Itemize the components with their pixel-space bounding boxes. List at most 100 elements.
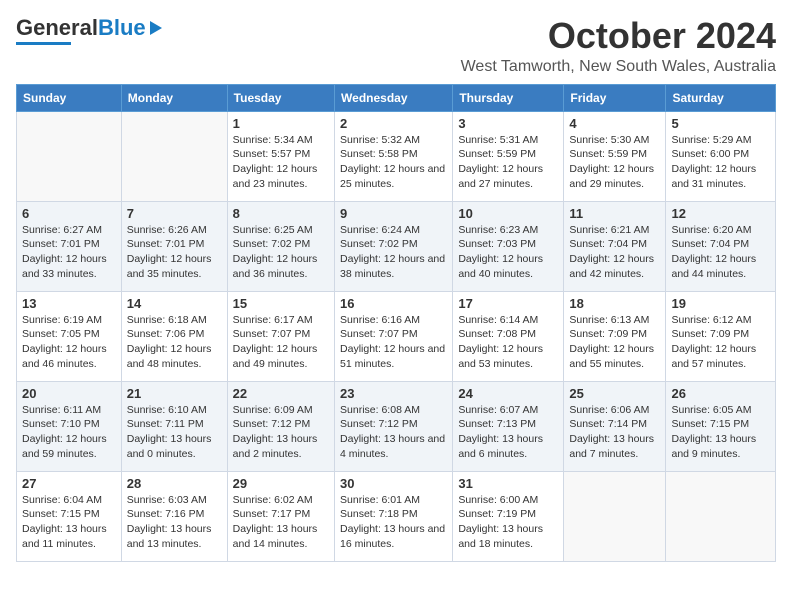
calendar-cell: 16 Sunrise: 6:16 AMSunset: 7:07 PMDayligh… (335, 291, 453, 381)
day-number: 21 (127, 386, 222, 401)
day-number: 17 (458, 296, 558, 311)
calendar-title: October 2024 (461, 16, 776, 56)
day-number: 3 (458, 116, 558, 131)
calendar-week-row: 13 Sunrise: 6:19 AMSunset: 7:05 PMDayligh… (17, 291, 776, 381)
calendar-week-row: 6 Sunrise: 6:27 AMSunset: 7:01 PMDaylight… (17, 201, 776, 291)
cell-details: Sunrise: 6:24 AMSunset: 7:02 PMDaylight:… (340, 223, 447, 282)
calendar-cell: 24 Sunrise: 6:07 AMSunset: 7:13 PMDayligh… (453, 381, 564, 471)
header-thursday: Thursday (453, 84, 564, 111)
cell-details: Sunrise: 6:08 AMSunset: 7:12 PMDaylight:… (340, 403, 447, 462)
cell-details: Sunrise: 6:21 AMSunset: 7:04 PMDaylight:… (569, 223, 660, 282)
calendar-week-row: 27Sunrise: 6:04 AMSunset: 7:15 PMDayligh… (17, 471, 776, 561)
cell-details: Sunrise: 6:27 AMSunset: 7:01 PMDaylight:… (22, 223, 116, 282)
day-number: 27 (22, 476, 116, 491)
cell-details: Sunrise: 6:07 AMSunset: 7:13 PMDaylight:… (458, 403, 558, 462)
calendar-cell: 8Sunrise: 6:25 AMSunset: 7:02 PMDaylight… (227, 201, 334, 291)
day-number: 12 (671, 206, 770, 221)
calendar-cell (666, 471, 776, 561)
calendar-cell: 31 Sunrise: 6:00 AMSunset: 7:19 PMDayligh… (453, 471, 564, 561)
header-friday: Friday (564, 84, 666, 111)
calendar-cell: 28 Sunrise: 6:03 AMSunset: 7:16 PMDayligh… (121, 471, 227, 561)
calendar-cell: 23 Sunrise: 6:08 AMSunset: 7:12 PMDayligh… (335, 381, 453, 471)
calendar-cell: 9 Sunrise: 6:24 AMSunset: 7:02 PMDaylight… (335, 201, 453, 291)
calendar-cell: 5Sunrise: 5:29 AMSunset: 6:00 PMDaylight… (666, 111, 776, 201)
day-number: 23 (340, 386, 447, 401)
calendar-header-row: SundayMondayTuesdayWednesdayThursdayFrid… (17, 84, 776, 111)
cell-details: Sunrise: 6:23 AMSunset: 7:03 PMDaylight:… (458, 223, 558, 282)
day-number: 8 (233, 206, 329, 221)
calendar-table: SundayMondayTuesdayWednesdayThursdayFrid… (16, 84, 776, 562)
calendar-cell: 2Sunrise: 5:32 AMSunset: 5:58 PMDaylight… (335, 111, 453, 201)
cell-details: Sunrise: 6:12 AMSunset: 7:09 PMDaylight:… (671, 313, 770, 372)
cell-details: Sunrise: 6:20 AMSunset: 7:04 PMDaylight:… (671, 223, 770, 282)
cell-details: Sunrise: 6:11 AMSunset: 7:10 PMDaylight:… (22, 403, 116, 462)
day-number: 26 (671, 386, 770, 401)
day-number: 18 (569, 296, 660, 311)
calendar-week-row: 20 Sunrise: 6:11 AMSunset: 7:10 PMDayligh… (17, 381, 776, 471)
day-number: 11 (569, 206, 660, 221)
day-number: 29 (233, 476, 329, 491)
day-number: 10 (458, 206, 558, 221)
calendar-cell (121, 111, 227, 201)
day-number: 5 (671, 116, 770, 131)
calendar-cell (564, 471, 666, 561)
cell-details: Sunrise: 6:02 AMSunset: 7:17 PMDaylight:… (233, 493, 329, 552)
calendar-cell: 1 Sunrise: 5:34 AMSunset: 5:57 PMDaylight… (227, 111, 334, 201)
cell-details: Sunrise: 5:34 AMSunset: 5:57 PMDaylight:… (233, 133, 329, 192)
calendar-cell: 12 Sunrise: 6:20 AMSunset: 7:04 PMDayligh… (666, 201, 776, 291)
calendar-cell: 20 Sunrise: 6:11 AMSunset: 7:10 PMDayligh… (17, 381, 122, 471)
calendar-cell: 21 Sunrise: 6:10 AMSunset: 7:11 PMDayligh… (121, 381, 227, 471)
cell-details: Sunrise: 6:13 AMSunset: 7:09 PMDaylight:… (569, 313, 660, 372)
day-number: 25 (569, 386, 660, 401)
day-number: 1 (233, 116, 329, 131)
cell-details: Sunrise: 6:17 AMSunset: 7:07 PMDaylight:… (233, 313, 329, 372)
calendar-cell: 4 Sunrise: 5:30 AMSunset: 5:59 PMDaylight… (564, 111, 666, 201)
logo: GeneralBlue (16, 16, 162, 45)
cell-details: Sunrise: 6:16 AMSunset: 7:07 PMDaylight:… (340, 313, 447, 372)
calendar-cell: 26 Sunrise: 6:05 AMSunset: 7:15 PMDayligh… (666, 381, 776, 471)
day-number: 16 (340, 296, 447, 311)
cell-details: Sunrise: 5:30 AMSunset: 5:59 PMDaylight:… (569, 133, 660, 192)
day-number: 13 (22, 296, 116, 311)
cell-details: Sunrise: 6:18 AMSunset: 7:06 PMDaylight:… (127, 313, 222, 372)
header-monday: Monday (121, 84, 227, 111)
cell-details: Sunrise: 6:19 AMSunset: 7:05 PMDaylight:… (22, 313, 116, 372)
calendar-cell: 7 Sunrise: 6:26 AMSunset: 7:01 PMDaylight… (121, 201, 227, 291)
calendar-cell: 17Sunrise: 6:14 AMSunset: 7:08 PMDayligh… (453, 291, 564, 381)
day-number: 7 (127, 206, 222, 221)
calendar-cell: 15Sunrise: 6:17 AMSunset: 7:07 PMDayligh… (227, 291, 334, 381)
cell-details: Sunrise: 6:00 AMSunset: 7:19 PMDaylight:… (458, 493, 558, 552)
logo-text: GeneralBlue (16, 16, 146, 40)
day-number: 30 (340, 476, 447, 491)
calendar-week-row: 1 Sunrise: 5:34 AMSunset: 5:57 PMDaylight… (17, 111, 776, 201)
title-section: October 2024 West Tamworth, New South Wa… (461, 16, 776, 76)
calendar-cell: 29 Sunrise: 6:02 AMSunset: 7:17 PMDayligh… (227, 471, 334, 561)
day-number: 31 (458, 476, 558, 491)
day-number: 20 (22, 386, 116, 401)
day-number: 2 (340, 116, 447, 131)
calendar-cell: 13 Sunrise: 6:19 AMSunset: 7:05 PMDayligh… (17, 291, 122, 381)
calendar-cell: 3Sunrise: 5:31 AMSunset: 5:59 PMDaylight… (453, 111, 564, 201)
page-header: GeneralBlue October 2024 West Tamworth, … (16, 16, 776, 76)
day-number: 28 (127, 476, 222, 491)
day-number: 4 (569, 116, 660, 131)
cell-details: Sunrise: 6:10 AMSunset: 7:11 PMDaylight:… (127, 403, 222, 462)
calendar-cell: 22 Sunrise: 6:09 AMSunset: 7:12 PMDayligh… (227, 381, 334, 471)
day-number: 9 (340, 206, 447, 221)
cell-details: Sunrise: 6:05 AMSunset: 7:15 PMDaylight:… (671, 403, 770, 462)
calendar-cell: 11 Sunrise: 6:21 AMSunset: 7:04 PMDayligh… (564, 201, 666, 291)
day-number: 6 (22, 206, 116, 221)
calendar-cell: 25 Sunrise: 6:06 AMSunset: 7:14 PMDayligh… (564, 381, 666, 471)
cell-details: Sunrise: 6:26 AMSunset: 7:01 PMDaylight:… (127, 223, 222, 282)
cell-details: Sunrise: 6:09 AMSunset: 7:12 PMDaylight:… (233, 403, 329, 462)
day-number: 22 (233, 386, 329, 401)
day-number: 24 (458, 386, 558, 401)
header-wednesday: Wednesday (335, 84, 453, 111)
calendar-cell: 14Sunrise: 6:18 AMSunset: 7:06 PMDayligh… (121, 291, 227, 381)
calendar-cell: 18 Sunrise: 6:13 AMSunset: 7:09 PMDayligh… (564, 291, 666, 381)
cell-details: Sunrise: 6:03 AMSunset: 7:16 PMDaylight:… (127, 493, 222, 552)
cell-details: Sunrise: 6:06 AMSunset: 7:14 PMDaylight:… (569, 403, 660, 462)
calendar-cell: 27Sunrise: 6:04 AMSunset: 7:15 PMDayligh… (17, 471, 122, 561)
calendar-cell: 10 Sunrise: 6:23 AMSunset: 7:03 PMDayligh… (453, 201, 564, 291)
calendar-cell: 6 Sunrise: 6:27 AMSunset: 7:01 PMDaylight… (17, 201, 122, 291)
